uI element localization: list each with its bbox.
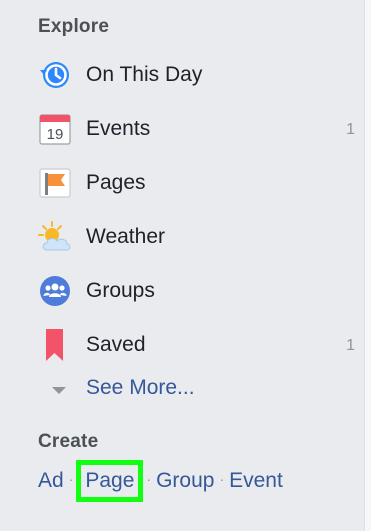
create-ad-link[interactable]: Ad	[38, 469, 64, 492]
events-count-badge: 1	[346, 121, 355, 138]
highlight-box: Page	[76, 460, 144, 502]
see-more-label: See More...	[86, 376, 195, 399]
explore-sidebar: Explore On This Day 19 Events 1 Pages We…	[0, 0, 371, 531]
chevron-down-icon	[52, 387, 66, 394]
saved-count-badge: 1	[346, 337, 355, 354]
separator-dot: ·	[146, 471, 152, 487]
sidebar-item-label: Weather	[86, 225, 165, 248]
sidebar-item-label: Groups	[86, 279, 155, 302]
create-event-link[interactable]: Event	[229, 469, 283, 492]
on-this-day-icon	[38, 58, 72, 92]
create-group-link[interactable]: Group	[156, 469, 214, 492]
explore-heading: Explore	[38, 16, 110, 37]
calendar-icon: 19	[38, 112, 72, 146]
separator-dot: ·	[219, 471, 225, 487]
bookmark-icon	[38, 328, 72, 362]
groups-icon	[38, 274, 72, 308]
sidebar-item-on-this-day[interactable]: On This Day	[0, 48, 371, 102]
create-links: Ad · Page · Group · Event	[38, 460, 283, 502]
sidebar-item-saved[interactable]: Saved 1	[0, 318, 371, 372]
create-page-link[interactable]: Page	[85, 469, 134, 492]
sidebar-item-events[interactable]: 19 Events 1	[0, 102, 371, 156]
sidebar-item-pages[interactable]: Pages	[0, 156, 371, 210]
flag-icon	[38, 166, 72, 200]
separator-dot: ·	[68, 471, 74, 487]
sidebar-item-label: Events	[86, 117, 151, 140]
sidebar-item-label: Saved	[86, 333, 146, 356]
sidebar-item-label: On This Day	[86, 63, 203, 86]
calendar-day-number: 19	[47, 126, 64, 143]
sidebar-item-label: Pages	[86, 171, 146, 194]
create-heading: Create	[38, 431, 99, 452]
see-more-link[interactable]: See More...	[0, 368, 371, 408]
sidebar-item-groups[interactable]: Groups	[0, 264, 371, 318]
weather-icon	[38, 220, 72, 254]
sidebar-item-weather[interactable]: Weather	[0, 210, 371, 264]
